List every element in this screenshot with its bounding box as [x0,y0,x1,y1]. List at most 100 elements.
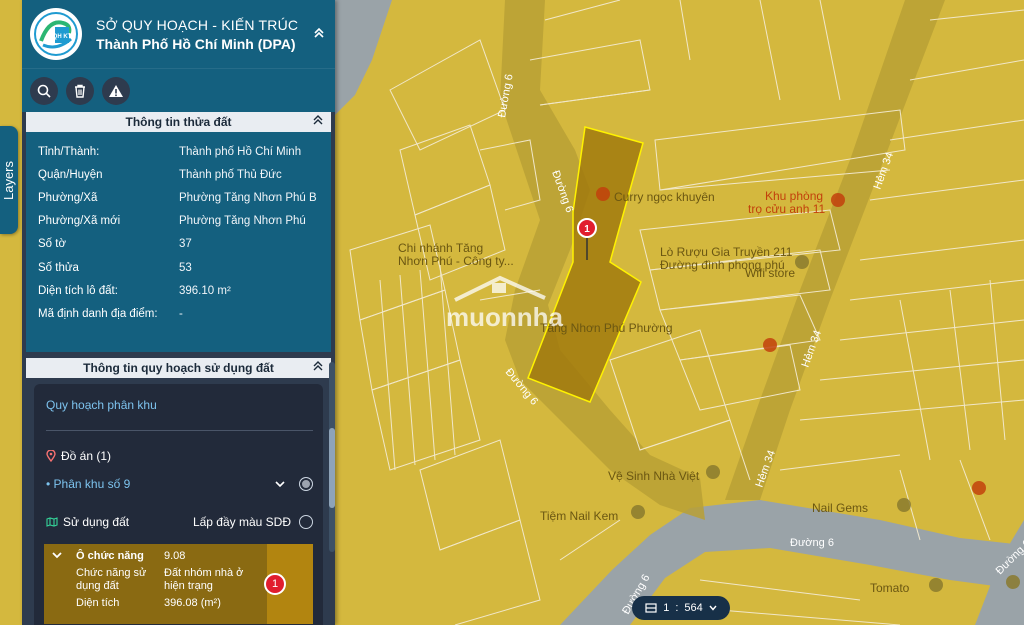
function-use-label-line2: dụng đất [76,580,119,592]
function-use-row: Chức năng sử dụng đất Đất nhóm nhà ở hiệ… [52,567,267,594]
scale-prefix: 1 [663,602,670,614]
function-cell-label: Ô chức năng [76,550,144,562]
parcel-row-value: Thành phố Thủ Đức [179,168,282,181]
parcel-row-value: 396.10 m² [179,284,231,297]
scale-value: 564 [684,602,703,614]
planning-info-title[interactable]: Thông tin quy hoạch sử dụng đất [26,358,331,378]
parcel-info-title[interactable]: Thông tin thửa đất [26,112,331,132]
function-cell-row: Ô chức năng 9.08 [52,550,267,564]
map-fold-icon [46,517,58,527]
layers-tab[interactable]: Layers [0,126,18,234]
parcel-row: Phường/Xã mới Phường Tăng Nhơn Phú [38,210,331,233]
layers-tab-label: Layers [1,160,17,200]
parcel-row-label: Phường/Xã mới [38,215,121,228]
toolbar [22,68,335,112]
panel-header: QH KT SỞ QUY HOẠCH - KIẾN TRÚC Thành Phố… [22,0,335,68]
parcel-info-title-text: Thông tin thửa đất [125,115,232,129]
panel-scrollbar-thumb[interactable] [329,428,335,508]
function-area-label: Diện tích [76,596,120,609]
scale-control[interactable]: 1 : 564 [632,596,730,620]
parcel-row: Diện tích lô đất: 396.10 m² [38,279,331,302]
parcel-row-value: Phường Tăng Nhơn Phú B [179,191,317,204]
panel-scrollbar[interactable] [329,362,335,552]
project-label: Đồ án (1) [61,449,112,463]
chevron-up-icon[interactable] [313,115,323,128]
subzone-radio[interactable] [299,477,313,491]
parcel-row: Mã định danh địa điểm: - [38,302,331,325]
poi-lo-ruou[interactable]: Lò Rượu Gia Truyền 211 [660,245,793,259]
fill-color-radio[interactable] [299,515,313,529]
poi-chi-nhanh-2[interactable]: Nhơn Phú - Công ty... [398,254,514,268]
function-badge[interactable]: 1 [264,573,286,595]
function-cell-value: 9.08 [164,550,186,562]
warning-icon [109,84,123,97]
parcel-row: Số thửa 53 [38,256,331,279]
parcel-info: Tỉnh/Thành: Thành phố Hồ Chí Minh Quận/H… [26,132,331,352]
poi-curry[interactable]: Curry ngọc khuyên [614,190,715,204]
function-use-value-line2: hiện trạng [164,580,213,592]
header-city: Thành Phố Hồ Chí Minh (DPA) [96,35,296,52]
poi-phuong[interactable]: Tăng Nhơn Phú Phường [540,321,673,335]
marker-number: 1 [584,224,590,235]
header-org: SỞ QUY HOẠCH - KIẾN TRÚC [96,16,299,33]
delete-button[interactable] [66,76,94,105]
function-use-value: Đất nhóm nhà ở hiện trạng [164,567,267,594]
search-icon [37,84,51,98]
trash-icon [75,84,85,98]
planning-card: Quy hoạch phân khu Đồ án (1) • Phân khu … [34,384,323,625]
function-use-label-line1: Chức năng sử [76,566,147,579]
poi-tomato[interactable]: Tomato [870,581,910,595]
subzone-row[interactable]: • Phân khu số 9 [46,473,313,495]
divider [46,430,313,431]
planning-info-title-text: Thông tin quy hoạch sử dụng đất [83,361,274,375]
function-details: Ô chức năng 9.08 Chức năng sử dụng đất Đ… [44,544,267,624]
function-area-row: Diện tích 396.08 (m²) [52,597,267,611]
search-button[interactable] [30,76,58,105]
agency-logo: QH KT [30,8,82,60]
parcel-row-label: Số tờ [38,238,66,251]
parcel-row-label: Diện tích lô đất: [38,284,118,297]
parcel-row-label: Mã định danh địa điểm: [38,307,158,320]
warning-button[interactable] [102,76,130,105]
parcel-row-label: Tỉnh/Thành: [38,145,100,158]
land-use-row: Sử dụng đất Lấp đầy màu SDĐ [46,511,313,533]
project-row[interactable]: Đồ án (1) [46,445,313,467]
parcel-row: Số tờ 37 [38,233,331,256]
poi-chi-nhanh-1[interactable]: Chi nhánh Tăng [398,241,483,255]
parcel-row-label: Quận/Huyện [38,168,103,181]
poi-nail-gems[interactable]: Nail Gems [812,501,868,515]
parcel-row-value: Phường Tăng Nhơn Phú [179,215,306,228]
parcel-row: Tỉnh/Thành: Thành phố Hồ Chí Minh [38,140,331,163]
chevron-down-icon[interactable] [52,550,76,564]
planning-wrap: Quy hoạch phân khu Đồ án (1) • Phân khu … [22,384,335,625]
collapse-panel-icon[interactable] [313,26,325,41]
header-text: SỞ QUY HOẠCH - KIẾN TRÚC Thành Phố Hồ Ch… [96,17,298,52]
chevron-up-icon[interactable] [313,361,323,374]
function-color-swatch: 1 [264,544,313,624]
poi-nail-kem[interactable]: Tiệm Nail Kem [540,509,618,523]
function-use-label: Chức năng sử dụng đất [76,567,164,594]
ruler-icon [645,603,657,613]
map-pin-icon [46,450,56,462]
parcel-row-label: Phường/Xã [38,191,98,204]
parcel-row-label: Số thửa [38,261,79,274]
fill-color-label: Lấp đầy màu SDĐ [192,515,291,529]
poi-tro-cuu-anh[interactable]: trọ cửu anh 11 [748,202,826,216]
poi-khu-phong[interactable]: Khu phòng [765,189,823,203]
land-use-label: Sử dụng đất [63,515,130,529]
poi-wifi-store[interactable]: Wifi store [745,266,795,280]
parcel-row-value: 53 [179,261,192,274]
chevron-down-icon[interactable] [275,477,285,491]
function-box[interactable]: Ô chức năng 9.08 Chức năng sử dụng đất Đ… [44,544,313,624]
parcel-row: Phường/Xã Phường Tăng Nhơn Phú B [38,186,331,209]
logo-icon: QH KT [34,12,78,56]
scale-separator: : [675,602,679,614]
poi-ve-sinh[interactable]: Vệ Sinh Nhà Việt [608,469,700,483]
logo-text: QH KT [53,34,72,40]
parcel-row: Quận/Huyện Thành phố Thủ Đức [38,163,331,186]
chevron-down-icon[interactable] [709,605,717,611]
parcel-row-value: - [179,307,183,320]
function-area-value: 396.08 (m²) [164,596,221,609]
